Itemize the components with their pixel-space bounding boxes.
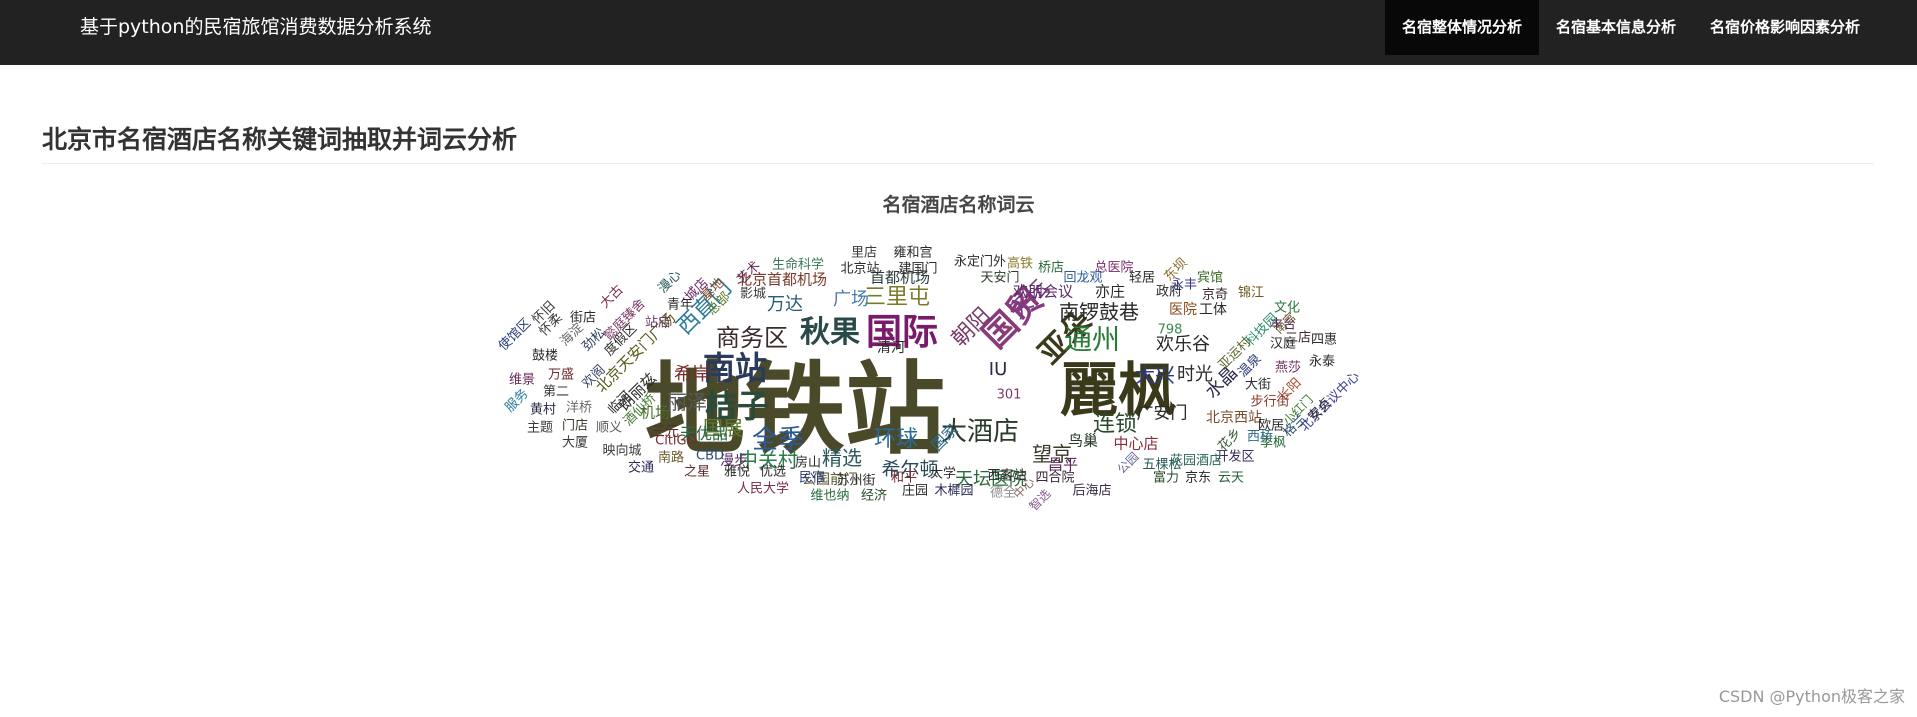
word-cloud-term: 大学 [929, 466, 957, 482]
word-cloud-term: 南路 [657, 450, 685, 466]
word-cloud-term: 街店 [569, 310, 597, 326]
word-cloud-term: 798 [1157, 322, 1183, 338]
word-cloud-term: 亦庄 [1094, 282, 1126, 301]
word-cloud-term: 丽泽 [667, 390, 707, 414]
word-cloud-term: 智选 [1026, 486, 1054, 514]
word-cloud-term: 青年 [666, 297, 694, 313]
word-cloud-term: CitiGO [655, 433, 697, 449]
word-cloud-term: 庄园 [901, 483, 929, 499]
word-cloud-term: 建国门 [898, 261, 938, 277]
word-cloud-term: 南锣鼓巷 [1059, 300, 1139, 324]
word-cloud-term: 大街 [1244, 377, 1272, 393]
word-cloud-term: 时光 [1177, 364, 1213, 385]
word-cloud-term: 主题 [526, 420, 554, 436]
word-cloud-term: 大古 [597, 282, 627, 312]
word-cloud-term: 黄村 [529, 402, 557, 418]
word-cloud-term: 中心店 [1113, 434, 1159, 453]
word-cloud-term: 商务区 [716, 324, 788, 352]
word-cloud-term: 北京西站 [1206, 410, 1262, 426]
word-cloud-term: 里店 [850, 245, 878, 261]
word-cloud-term: 人民大学 [736, 481, 790, 497]
word-cloud-term: 第二 [542, 384, 570, 400]
word-cloud-term: 永丰 [1170, 277, 1198, 293]
word-cloud-term: 欢乐谷 [1156, 334, 1210, 355]
word-cloud-term: 云天 [1217, 470, 1245, 486]
csdn-watermark: CSDN @Python极客之家 [1718, 687, 1905, 706]
word-cloud-term: 生命科学 [771, 257, 825, 273]
word-cloud-term: 医院 [1169, 302, 1197, 318]
word-cloud-term: 燕莎 [1274, 360, 1302, 376]
word-cloud-term: 二店 [1284, 330, 1312, 346]
word-cloud-term: 步行街 [1250, 394, 1290, 410]
word-cloud-term: 德全 [989, 485, 1017, 501]
word-cloud-term: 西桥 [1246, 429, 1274, 445]
word-cloud-term: 通州 [1063, 323, 1121, 356]
word-cloud-term: 服务 [502, 386, 532, 416]
word-cloud-term: 西客站 [987, 468, 1027, 484]
word-cloud-term: 鸟巢 [1067, 431, 1099, 450]
word-cloud-term: 天安门 [980, 270, 1020, 286]
word-cloud-term: 富力 [1152, 470, 1180, 486]
word-cloud-term: 五棵松 [1142, 457, 1182, 473]
word-cloud-term: 回龙观 [1063, 270, 1103, 286]
word-cloud-term: 房山 [794, 455, 822, 471]
word-cloud-term: 广场 [833, 289, 869, 310]
word-cloud-term: 清河 [877, 340, 905, 356]
word-cloud-term: 木樨园 [934, 483, 974, 499]
word-cloud-term: 公园 [1114, 449, 1142, 477]
word-cloud-term: 永泰 [1308, 354, 1336, 370]
word-cloud-term: 四惠 [1310, 332, 1338, 348]
word-cloud-term: 鼓楼 [531, 348, 559, 364]
word-cloud-term: 雍和宫 [893, 245, 933, 261]
word-cloud-term: 高铁 [1006, 256, 1034, 272]
word-cloud-term: 环球 [873, 427, 919, 452]
word-cloud-term: 工体 [1199, 302, 1227, 318]
word-cloud-term: 洋桥 [565, 400, 593, 416]
word-cloud-term: 京奇 [1201, 287, 1229, 303]
word-cloud-term: 北京站 [840, 261, 880, 277]
word-cloud-term: 站店 [644, 315, 672, 331]
word-cloud-term: 大厦 [561, 435, 589, 451]
word-cloud-term: 交通 [627, 460, 655, 476]
word-cloud-term: 希岸 [674, 364, 710, 385]
word-cloud-term: 301 [996, 387, 1022, 403]
word-cloud-term: CBD [695, 448, 725, 464]
word-cloud-term: 维也纳 [810, 488, 850, 504]
word-cloud-chart: 地铁站 麗枫 国际 国贸 亚朵 南站 桔子 秋果 商务区 通州 全季 大酒店 三里屯 朝阳 天坛 西直门 南锣鼓… [0, 0, 1917, 717]
word-cloud-term: 顺义 [595, 420, 623, 436]
word-cloud-term: 影城 [739, 286, 767, 302]
word-cloud-term: 维景 [508, 372, 536, 388]
word-cloud-term: 万达 [767, 294, 803, 315]
word-cloud-term: 锦江 [1237, 285, 1265, 301]
word-cloud-term: 漫心 [655, 267, 685, 297]
word-cloud-term: 映向城 [602, 443, 642, 459]
word-cloud-term: 欢朋会议 [1012, 282, 1074, 301]
word-cloud-term: 经济 [860, 488, 888, 504]
word-cloud-term: 万盛 [547, 367, 575, 383]
word-cloud-term: 永定门外 [953, 254, 1007, 270]
word-cloud-term: 之星 [683, 464, 711, 480]
word-cloud-term: 秋果 [800, 315, 860, 350]
word-cloud-term: 雅悦 [723, 464, 751, 480]
word-cloud-term: 门店 [561, 418, 589, 434]
word-cloud-term: 优选 [759, 464, 787, 480]
word-cloud-term: 桥店 [1037, 260, 1065, 276]
word-cloud-term: 三里屯 [863, 285, 931, 310]
word-cloud-term: 和平 [890, 470, 918, 486]
word-cloud-term: 苏州街 [836, 473, 876, 489]
word-cloud-term: 民宿 [798, 470, 826, 486]
word-cloud-term: 京东 [1184, 470, 1212, 486]
word-cloud-term: 大兴 [1135, 363, 1175, 387]
word-cloud-term: IU [988, 359, 1008, 380]
word-cloud-term: 连锁 [1092, 412, 1138, 437]
word-cloud-term: 四合院 [1035, 470, 1075, 486]
word-cloud-term: 精选 [822, 446, 862, 470]
word-cloud-term: 宾馆 [1196, 270, 1224, 286]
word-cloud-term: 南站 [702, 349, 768, 387]
word-cloud-term: 广安门 [1136, 403, 1188, 424]
word-cloud-term: 朝阳 [947, 303, 997, 353]
word-cloud-term: 后海店 [1072, 483, 1112, 499]
word-cloud-term: 使馆区 [495, 315, 535, 355]
